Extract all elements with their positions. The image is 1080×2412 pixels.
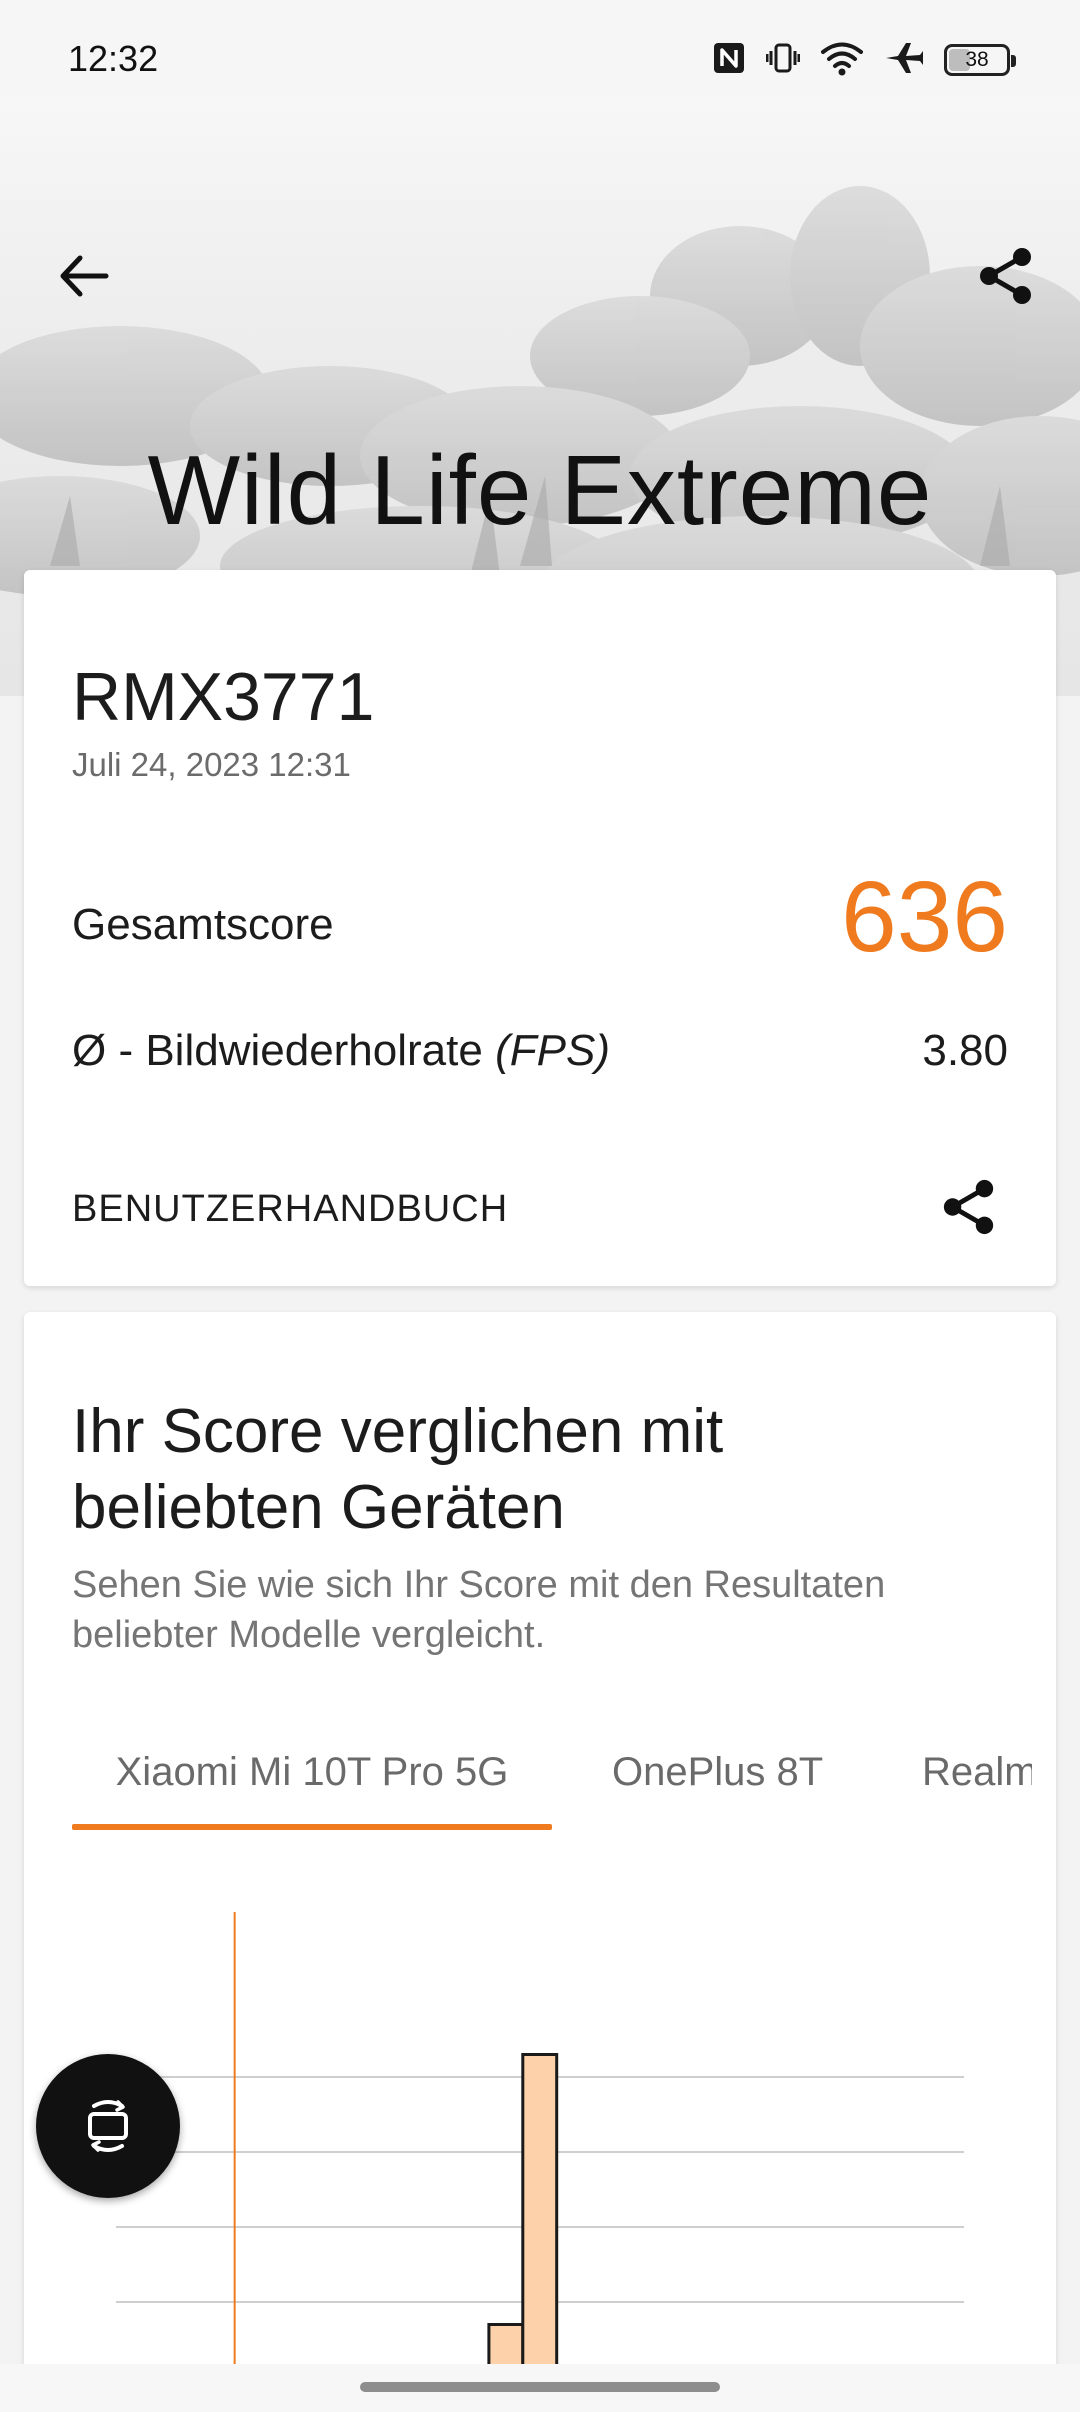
fps-value: 3.80: [922, 1026, 1008, 1075]
share-result-button[interactable]: [936, 1174, 1002, 1240]
comparison-heading: Ihr Score verglichen mit beliebten Gerät…: [72, 1397, 724, 1542]
airplane-mode-icon: [884, 40, 924, 81]
home-gesture-handle[interactable]: [360, 2382, 720, 2392]
status-icons: 38: [712, 40, 1016, 81]
histogram-bar-13: [521, 2053, 559, 2412]
arrow-left-icon: [60, 255, 109, 297]
page-title: Wild Life Extreme: [147, 435, 933, 545]
tab-xiaomi-mi-10t-pro-5g[interactable]: Xiaomi Mi 10T Pro 5G: [72, 1750, 552, 1830]
device-name: RMX3771: [72, 659, 375, 735]
battery-icon: 38: [944, 44, 1016, 76]
wifi-icon: [820, 40, 864, 81]
score-distribution-chart: [116, 1912, 964, 2412]
vibrate-icon: [765, 41, 801, 80]
score-value: 636: [841, 861, 1008, 973]
fps-label-text: Ø - Bildwiederholrate: [72, 1026, 483, 1075]
result-date: Juli 24, 2023 12:31: [72, 746, 351, 783]
share-button[interactable]: [972, 242, 1040, 310]
score-label: Gesamtscore: [72, 900, 334, 949]
comparison-subtitle: Sehen Sie wie sich Ihr Score mit den Res…: [72, 1564, 886, 1656]
rotate-screen-button[interactable]: [36, 2054, 180, 2198]
gesture-navigation-bar: [0, 2364, 1080, 2412]
comparison-card: Ihr Score verglichen mit beliebten Gerät…: [24, 1312, 1056, 2412]
share-icon: [980, 248, 1031, 304]
back-button[interactable]: [52, 244, 116, 308]
battery-level: 38: [965, 48, 989, 71]
nfc-icon: [712, 41, 746, 80]
result-card: RMX3771 Juli 24, 2023 12:31 Gesamtscore …: [24, 570, 1056, 1286]
status-bar: 12:32 38: [0, 0, 1080, 96]
tab-realme[interactable]: Realme: [922, 1750, 1032, 1830]
share-icon: [943, 1179, 994, 1235]
fps-label: Ø - Bildwiederholrate (FPS): [72, 1026, 610, 1076]
selected-tab-indicator: [72, 1824, 552, 1830]
fps-unit: (FPS): [495, 1026, 610, 1075]
tab-oneplus-8t[interactable]: OnePlus 8T: [612, 1750, 823, 1830]
status-time: 12:32: [68, 38, 159, 79]
device-tabs: Xiaomi Mi 10T Pro 5G OnePlus 8T Realme: [72, 1750, 1032, 1830]
user-manual-link[interactable]: BENUTZERHANDBUCH: [72, 1188, 508, 1231]
rotate-screen-icon: [88, 2100, 128, 2152]
